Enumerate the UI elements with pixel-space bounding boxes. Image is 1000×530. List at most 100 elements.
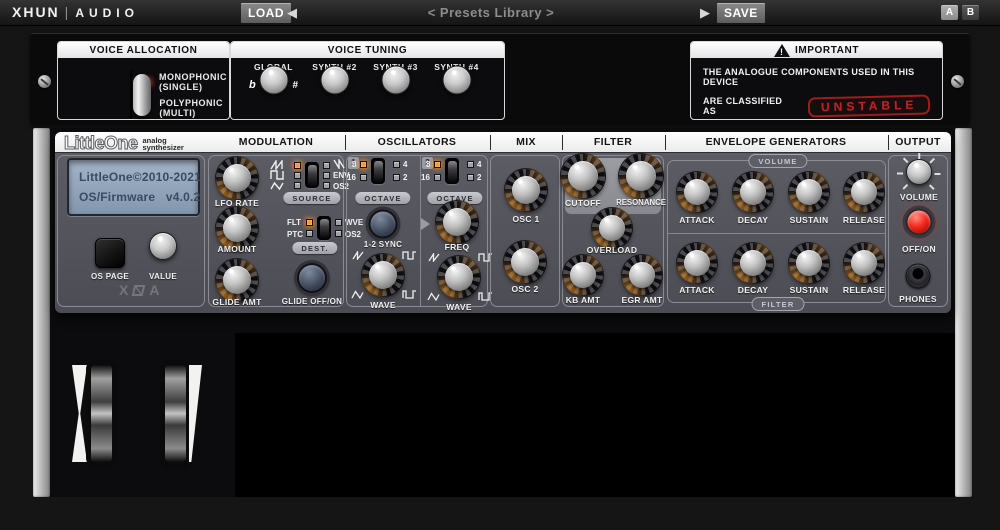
resonance-label: RESONANCE (616, 198, 666, 207)
voice-allocation-switch[interactable] (130, 71, 132, 119)
resonance-knob[interactable] (619, 154, 663, 198)
osc2-freq-knob[interactable] (436, 201, 478, 243)
vol-decay-knob[interactable] (733, 172, 773, 212)
octave-led (393, 161, 400, 168)
unstable-stamp: UNSTABLE (807, 94, 930, 117)
synth4-tune-knob[interactable] (442, 66, 471, 95)
flt-sustain-knob[interactable] (789, 243, 829, 283)
synth-unit: LittleOne analogsynthesizer MODULATION O… (33, 128, 972, 497)
preset-name[interactable]: < Presets Library > (360, 5, 622, 20)
phones-label: PHONES (899, 294, 937, 304)
phones-jack[interactable] (906, 264, 931, 289)
preset-slot-b-button[interactable]: B (962, 5, 979, 20)
white-key[interactable] (300, 335, 333, 497)
glide-on-off-button[interactable] (297, 263, 327, 293)
filter-env-tab: FILTER (752, 297, 805, 311)
mix-osc1-knob[interactable] (505, 169, 547, 211)
important-title: IMPORTANT (795, 45, 859, 56)
flt-decay-label: DECAY (738, 285, 768, 295)
white-key[interactable] (661, 335, 694, 497)
mod-amount-knob[interactable] (216, 207, 258, 249)
white-key[interactable] (366, 335, 399, 497)
white-key[interactable] (890, 335, 923, 497)
octave-led (467, 161, 474, 168)
power-button[interactable] (906, 209, 933, 236)
white-key[interactable] (497, 335, 530, 497)
white-key[interactable] (922, 335, 955, 497)
preset-slot-a-button[interactable]: A (941, 5, 958, 20)
osc1-octave-switch[interactable] (371, 158, 385, 184)
white-key[interactable] (333, 335, 366, 497)
kb-amt-knob[interactable] (563, 255, 603, 295)
next-preset-icon[interactable]: ▶ (700, 5, 710, 21)
mod-wheel-indicator (189, 365, 202, 462)
synth3-tune-knob[interactable] (381, 66, 410, 95)
load-button[interactable]: LOAD (241, 3, 291, 23)
screw-icon (38, 75, 51, 88)
osc1-wave-knob[interactable] (362, 254, 404, 296)
prev-preset-icon[interactable]: ◀ (287, 5, 297, 21)
sync-button[interactable] (369, 210, 398, 239)
white-key[interactable] (268, 335, 301, 497)
dest-switch[interactable] (317, 216, 331, 240)
output-volume-knob[interactable] (906, 159, 932, 185)
glide-onoff-label: GLIDE OFF/ON (282, 297, 343, 306)
white-key[interactable] (857, 335, 890, 497)
white-key[interactable] (562, 335, 595, 497)
source-led (323, 182, 330, 189)
vol-release-knob[interactable] (844, 172, 884, 212)
header-oscillators: OSCILLATORS (378, 136, 457, 148)
brand-logo: XHUN|AUDIO (12, 4, 139, 20)
mod-wheel[interactable] (165, 365, 186, 462)
voice-tuning-panel: VOICE TUNING GLOBAL b # SYNTH #2 SYNTH #… (230, 41, 505, 120)
white-key[interactable] (693, 335, 726, 497)
lcd-line1: LittleOne©2010-2021 (79, 167, 198, 187)
flt-attack-knob[interactable] (677, 243, 717, 283)
vol-attack-label: ATTACK (679, 215, 714, 225)
white-key[interactable] (464, 335, 497, 497)
source-led (294, 182, 301, 189)
source-led (294, 162, 301, 169)
white-key[interactable] (628, 335, 661, 497)
glide-amt-knob[interactable] (216, 259, 258, 301)
xhun-logo-mark: XA (119, 282, 159, 298)
octave-16-label: 16 (421, 173, 430, 182)
dest-ptc-label: PTC (287, 230, 303, 239)
vol-sustain-knob[interactable] (789, 172, 829, 212)
mono-option: MONOPHONIC (SINGLE) (159, 72, 229, 92)
osc2-octave-switch[interactable] (445, 158, 459, 184)
osc2-wave-knob[interactable] (438, 256, 480, 298)
dest-led (306, 219, 313, 226)
synth2-tune-control: SYNTH #2 (304, 62, 365, 80)
global-tune-control: GLOBAL b # (243, 62, 304, 80)
white-key[interactable] (595, 335, 628, 497)
sync-arrow-icon (421, 218, 430, 230)
white-key[interactable] (791, 335, 824, 497)
white-key[interactable] (824, 335, 857, 497)
mix-osc2-knob[interactable] (504, 241, 546, 283)
os-page-button[interactable] (95, 238, 125, 268)
white-key[interactable] (726, 335, 759, 497)
overload-knob[interactable] (592, 208, 632, 248)
flt-release-knob[interactable] (844, 243, 884, 283)
flt-decay-knob[interactable] (733, 243, 773, 283)
white-key[interactable] (399, 335, 432, 497)
value-knob[interactable] (149, 232, 177, 260)
lfo-rate-knob[interactable] (216, 157, 258, 199)
save-button[interactable]: SAVE (717, 3, 765, 23)
white-key[interactable] (759, 335, 792, 497)
cutoff-label: CUTOFF (565, 198, 601, 208)
source-pill: SOURCE (283, 192, 340, 204)
white-key[interactable] (530, 335, 563, 497)
osc1-octave-pill: OCTAVE (355, 192, 410, 204)
cutoff-knob[interactable] (561, 154, 605, 198)
white-key[interactable] (431, 335, 464, 497)
vol-attack-knob[interactable] (677, 172, 717, 212)
header-output: OUTPUT (895, 136, 941, 148)
pitch-wheel[interactable] (91, 365, 112, 462)
synth2-tune-knob[interactable] (320, 66, 349, 95)
source-switch[interactable] (305, 162, 319, 188)
white-key[interactable] (235, 335, 268, 497)
egr-amt-knob[interactable] (622, 255, 662, 295)
global-tune-knob[interactable] (259, 66, 288, 95)
